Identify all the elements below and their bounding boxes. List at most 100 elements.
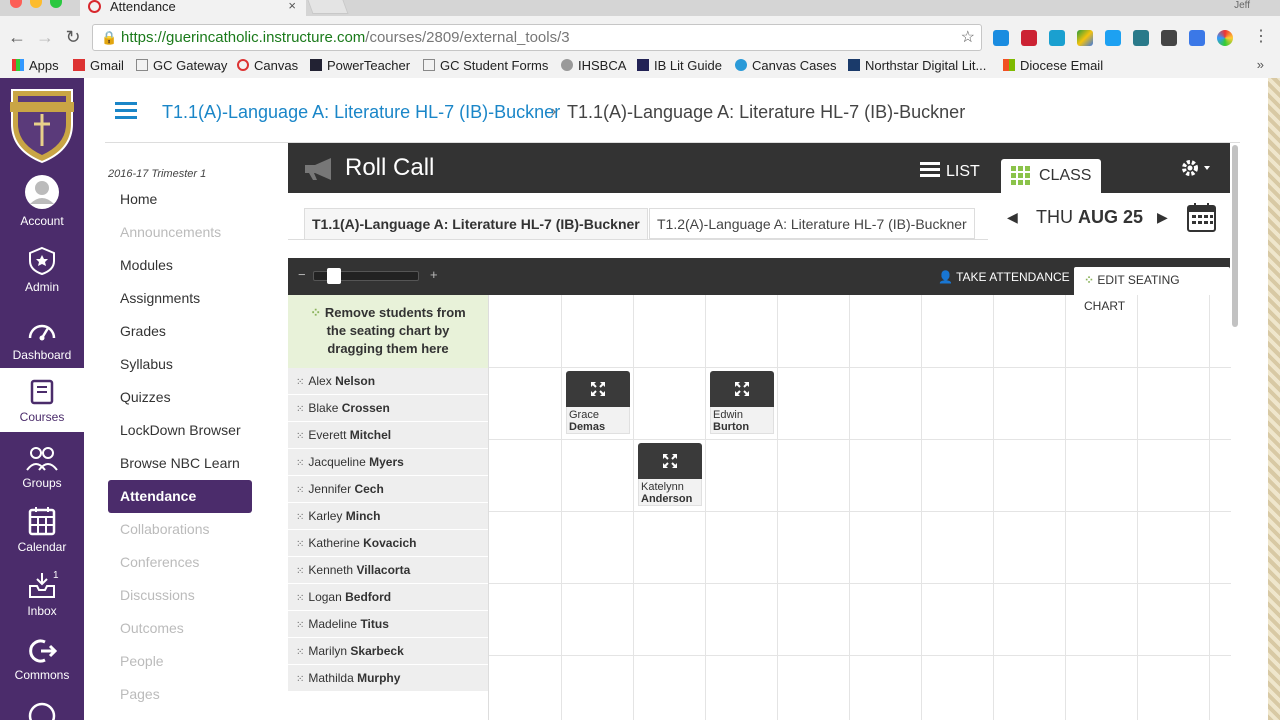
bookmark-gc-student-forms[interactable]: GC Student Forms	[423, 58, 548, 73]
extension-d-icon[interactable]	[993, 30, 1009, 46]
seated-student-desk[interactable]: Grace Demas	[566, 371, 630, 434]
course-nav-item[interactable]: Modules	[108, 249, 252, 282]
edit-seating-chart-button[interactable]: ⁘ EDIT SEATING CHART	[1074, 267, 1230, 313]
extension-film-icon[interactable]	[1021, 30, 1037, 46]
student-row[interactable]: ⁙ Logan Bedford	[288, 584, 488, 611]
nav-dashboard[interactable]: Dashboard	[0, 316, 84, 362]
nav-inbox[interactable]: 1 Inbox	[0, 570, 84, 618]
bookmark-canvas[interactable]: Canvas	[237, 58, 298, 73]
drag-handle-icon[interactable]: ⁙	[296, 485, 304, 496]
nav-admin[interactable]: Admin	[0, 246, 84, 294]
student-row[interactable]: ⁙ Mathilda Murphy	[288, 665, 488, 692]
bookmark-diocese-email[interactable]: Diocese Email	[1003, 58, 1103, 73]
course-nav-item[interactable]: Syllabus	[108, 348, 252, 381]
profile-name[interactable]: Jeff	[1234, 0, 1250, 11]
student-row[interactable]: ⁙ Marilyn Skarbeck	[288, 638, 488, 665]
close-window-button[interactable]	[10, 0, 22, 8]
class-view-button[interactable]: CLASS	[1001, 159, 1101, 195]
nav-calendar[interactable]: Calendar	[0, 506, 84, 554]
student-row[interactable]: ⁙ Karley Minch	[288, 503, 488, 530]
bookmark-powerteacher[interactable]: PowerTeacher	[310, 58, 410, 73]
zoom-slider-handle[interactable]	[326, 268, 341, 284]
tab-close-icon[interactable]: ×	[288, 0, 296, 12]
bookmark-ib-lit-guide[interactable]: IB Lit Guide	[637, 58, 722, 73]
drag-handle-icon[interactable]: ⁙	[296, 620, 304, 631]
drag-handle-icon[interactable]: ⁙	[296, 647, 304, 658]
drag-handle-icon[interactable]: ⁙	[296, 593, 304, 604]
student-row[interactable]: ⁙ Alex Nelson	[288, 368, 488, 395]
previous-date-arrow-icon[interactable]: ◀	[1007, 209, 1018, 226]
extension-grid-icon[interactable]	[1161, 30, 1177, 46]
course-nav-item[interactable]: Attendance	[108, 480, 252, 513]
desk-drag-area[interactable]	[638, 443, 702, 479]
drag-handle-icon[interactable]: ⁙	[296, 431, 304, 442]
nav-help[interactable]	[0, 702, 84, 720]
course-nav-item[interactable]: Quizzes	[108, 381, 252, 414]
bookmark-ihsbca[interactable]: IHSBCA	[561, 58, 626, 73]
course-nav-item[interactable]: LockDown Browser	[108, 414, 252, 447]
drag-handle-icon[interactable]: ⁙	[296, 566, 304, 577]
list-view-button[interactable]: LIST	[920, 161, 980, 191]
address-bar[interactable]: 🔒 https://guerincatholic.instructure.com…	[92, 24, 982, 51]
nav-courses[interactable]: Courses	[0, 368, 84, 432]
bookmark-canvas-cases[interactable]: Canvas Cases	[735, 58, 837, 73]
zoom-in-button[interactable]: +	[430, 267, 438, 282]
drag-handle-icon[interactable]: ⁙	[296, 512, 304, 523]
twitter-icon[interactable]	[1105, 30, 1121, 46]
student-row[interactable]: ⁙ Everett Mitchel	[288, 422, 488, 449]
course-nav-item[interactable]: Home	[108, 183, 252, 216]
student-row[interactable]: ⁙ Blake Crossen	[288, 395, 488, 422]
drag-handle-icon[interactable]: ⁙	[296, 539, 304, 550]
desk-drag-area[interactable]	[710, 371, 774, 407]
forward-arrow-icon[interactable]: →	[34, 26, 56, 48]
nav-groups[interactable]: Groups	[0, 444, 84, 490]
bookmarks-overflow-icon[interactable]: »	[1257, 57, 1264, 72]
minimize-window-button[interactable]	[30, 0, 42, 8]
menu-dots-icon[interactable]: ⋮	[1250, 26, 1272, 48]
page-scrollbar[interactable]	[1232, 145, 1238, 327]
nav-commons[interactable]: Commons	[0, 638, 84, 682]
school-logo[interactable]	[4, 84, 80, 164]
reload-icon[interactable]: ↻	[62, 26, 84, 48]
drive-icon[interactable]	[1077, 30, 1093, 46]
course-nav-item[interactable]: Browse NBC Learn	[108, 447, 252, 480]
student-row[interactable]: ⁙ Madeline Titus	[288, 611, 488, 638]
course-menu-toggle-icon[interactable]	[115, 102, 137, 120]
desk-drag-area[interactable]	[566, 371, 630, 407]
drag-handle-icon[interactable]: ⁙	[296, 404, 304, 415]
seated-student-desk[interactable]: Edwin Burton	[710, 371, 774, 434]
settings-gear-icon[interactable]	[1180, 157, 1212, 179]
date-picker-calendar-icon[interactable]	[1187, 202, 1217, 232]
student-row[interactable]: ⁙ Jennifer Cech	[288, 476, 488, 503]
browser-tab-attendance[interactable]: Attendance ×	[80, 0, 306, 16]
section-tab-2[interactable]: T1.2(A)-Language A: Literature HL-7 (IB)…	[649, 208, 975, 239]
extension-v-icon[interactable]	[1049, 30, 1065, 46]
bookmark-northstar[interactable]: Northstar Digital Lit...	[848, 58, 986, 73]
drag-handle-icon[interactable]: ⁙	[296, 377, 304, 388]
drag-handle-icon[interactable]: ⁙	[296, 674, 304, 685]
take-attendance-button[interactable]: 👤 TAKE ATTENDANCE	[938, 270, 1070, 284]
bookmark-apps[interactable]: Apps	[12, 58, 59, 73]
section-tab-1[interactable]: T1.1(A)-Language A: Literature HL-7 (IB)…	[304, 208, 648, 239]
bookmark-star-icon[interactable]: ☆	[961, 25, 975, 50]
zoom-out-button[interactable]: −	[298, 267, 306, 282]
bookmark-gmail[interactable]: Gmail	[73, 58, 124, 73]
drag-handle-icon[interactable]: ⁙	[296, 458, 304, 469]
breadcrumb-course-link[interactable]: T1.1(A)-Language A: Literature HL-7 (IB)…	[162, 102, 560, 123]
student-row[interactable]: ⁙ Katherine Kovacich	[288, 530, 488, 557]
extension-pen-icon[interactable]	[1189, 30, 1205, 46]
student-row[interactable]: ⁙ Kenneth Villacorta	[288, 557, 488, 584]
student-row[interactable]: ⁙ Jacqueline Myers	[288, 449, 488, 476]
color-picker-icon[interactable]	[1217, 30, 1233, 46]
seating-grid[interactable]: Grace Demas Edwin Burton Katelynn Anderson	[488, 295, 1231, 720]
bookmark-gc-gateway[interactable]: GC Gateway	[136, 58, 227, 73]
zoom-window-button[interactable]	[50, 0, 62, 8]
course-nav-item[interactable]: Grades	[108, 315, 252, 348]
course-nav-item[interactable]: Assignments	[108, 282, 252, 315]
nav-account[interactable]: Account	[0, 174, 84, 228]
seated-student-desk[interactable]: Katelynn Anderson	[638, 443, 702, 506]
back-arrow-icon[interactable]: ←	[6, 26, 28, 48]
unseat-dropzone[interactable]: ⁘ Remove students from the seating chart…	[288, 295, 488, 368]
extension-s-icon[interactable]	[1133, 30, 1149, 46]
next-date-arrow-icon[interactable]: ▶	[1157, 209, 1168, 226]
